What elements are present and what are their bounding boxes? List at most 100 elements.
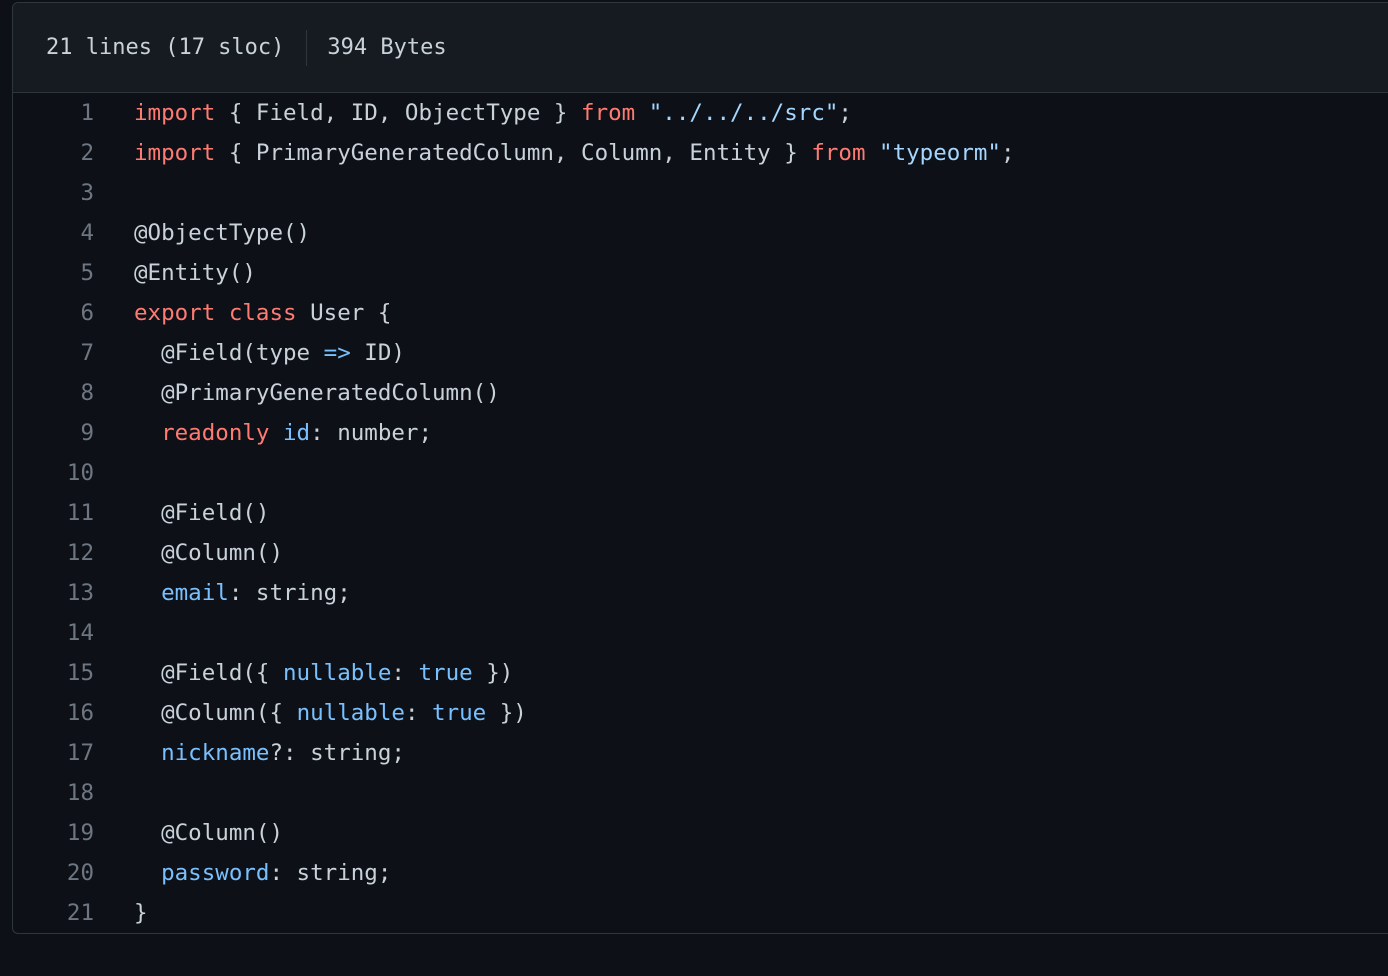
line-code: } [94, 893, 148, 933]
code-token: id [283, 420, 311, 446]
code-line: 17 nickname?: string; [13, 733, 1388, 773]
line-code: @Field({ nullable: true }) [94, 653, 513, 693]
code-line: 13 email: string; [13, 573, 1388, 613]
code-token: export [134, 300, 216, 326]
line-number[interactable]: 8 [13, 373, 94, 413]
line-code: @Entity() [94, 253, 256, 293]
line-number[interactable]: 13 [13, 573, 94, 613]
code-line: 21} [13, 893, 1388, 933]
code-line: 4 @ObjectType() [13, 213, 1388, 253]
code-token: from [581, 100, 636, 126]
code-token: : string; [228, 580, 351, 606]
code-line: 9 readonly id: number; [13, 413, 1388, 453]
code-line: 20 password: string; [13, 853, 1388, 893]
code-token: "../../../src" [648, 100, 839, 126]
line-code: readonly id: number; [94, 413, 432, 453]
code-token: { Field, ID, ObjectType } [215, 100, 582, 126]
line-code: @PrimaryGeneratedColumn() [94, 373, 500, 413]
line-number[interactable]: 21 [13, 893, 94, 933]
code-line: 6 export class User { [13, 293, 1388, 333]
line-code: @Field() [94, 493, 269, 533]
code-token: password [161, 860, 270, 886]
code-token: nullable [296, 700, 405, 726]
code-line: 12 @Column() [13, 533, 1388, 573]
code-token: => [323, 340, 351, 366]
line-number[interactable]: 14 [13, 613, 94, 653]
line-code: @Column({ nullable: true }) [94, 693, 527, 733]
code-token: : number; [310, 420, 433, 446]
code-token: ; [1000, 140, 1015, 166]
code-line: 16 @Column({ nullable: true }) [13, 693, 1388, 733]
line-number[interactable]: 4 [13, 213, 94, 253]
file-line-count: 21 lines (17 sloc) [46, 35, 285, 60]
line-number[interactable]: 18 [13, 773, 94, 813]
line-number[interactable]: 20 [13, 853, 94, 893]
file-info-divider [306, 29, 308, 66]
code-token: @PrimaryGeneratedColumn() [134, 380, 500, 406]
line-number[interactable]: 15 [13, 653, 94, 693]
line-number[interactable]: 2 [13, 133, 94, 173]
code-token: readonly [161, 420, 270, 446]
line-number[interactable]: 5 [13, 253, 94, 293]
line-number[interactable]: 16 [13, 693, 94, 733]
code-line: 10 [13, 453, 1388, 493]
line-code: nickname?: string; [94, 733, 405, 773]
code-token: } [134, 900, 148, 926]
line-number[interactable]: 6 [13, 293, 94, 333]
code-token: @Column() [134, 540, 284, 566]
file-size: 394 Bytes [327, 35, 447, 60]
line-number[interactable]: 17 [13, 733, 94, 773]
code-token: ?: string; [269, 740, 405, 766]
code-token: User { [296, 300, 392, 326]
code-line: 18 [13, 773, 1388, 813]
line-code: @Field(type => ID) [94, 333, 405, 373]
line-code: email: string; [94, 573, 351, 613]
code-line: 1 import { Field, ID, ObjectType } from "… [13, 93, 1388, 133]
code-line: 8 @PrimaryGeneratedColumn() [13, 373, 1388, 413]
line-code: @Column() [94, 813, 283, 853]
code-token: }) [486, 700, 527, 726]
code-token: class [228, 300, 297, 326]
line-number[interactable]: 1 [13, 93, 94, 133]
code-token: true [432, 700, 487, 726]
code-file-viewer: 21 lines (17 sloc) 394 Bytes 1 import { F… [12, 2, 1388, 934]
code-token: @Entity() [134, 260, 256, 286]
code-token: : [404, 700, 433, 726]
code-token: @Field() [134, 500, 270, 526]
code-token: email [161, 580, 229, 606]
code-token: import [134, 100, 216, 126]
code-token: @Field(type [134, 340, 324, 366]
line-code: export class User { [94, 293, 391, 333]
code-token: "typeorm" [879, 140, 1001, 166]
line-number[interactable]: 11 [13, 493, 94, 533]
code-line: 11 @Field() [13, 493, 1388, 533]
line-code: @Column() [94, 533, 283, 573]
line-code: import { Field, ID, ObjectType } from ".… [94, 93, 852, 133]
line-code: @ObjectType() [94, 213, 310, 253]
code-token: : [391, 660, 419, 686]
code-body: 1 import { Field, ID, ObjectType } from "… [13, 93, 1388, 933]
line-code: import { PrimaryGeneratedColumn, Column,… [94, 133, 1015, 173]
file-info-header: 21 lines (17 sloc) 394 Bytes [13, 3, 1388, 93]
line-number[interactable]: 7 [13, 333, 94, 373]
code-token: nullable [283, 660, 392, 686]
code-token: true [418, 660, 473, 686]
line-number[interactable]: 10 [13, 453, 94, 493]
line-number[interactable]: 9 [13, 413, 94, 453]
line-number[interactable]: 19 [13, 813, 94, 853]
code-line: 2 import { PrimaryGeneratedColumn, Column… [13, 133, 1388, 173]
code-token: @Field({ [134, 660, 284, 686]
line-number[interactable]: 3 [13, 173, 94, 213]
code-token: @ObjectType() [134, 220, 311, 246]
line-number[interactable]: 12 [13, 533, 94, 573]
code-token: ; [838, 100, 852, 126]
